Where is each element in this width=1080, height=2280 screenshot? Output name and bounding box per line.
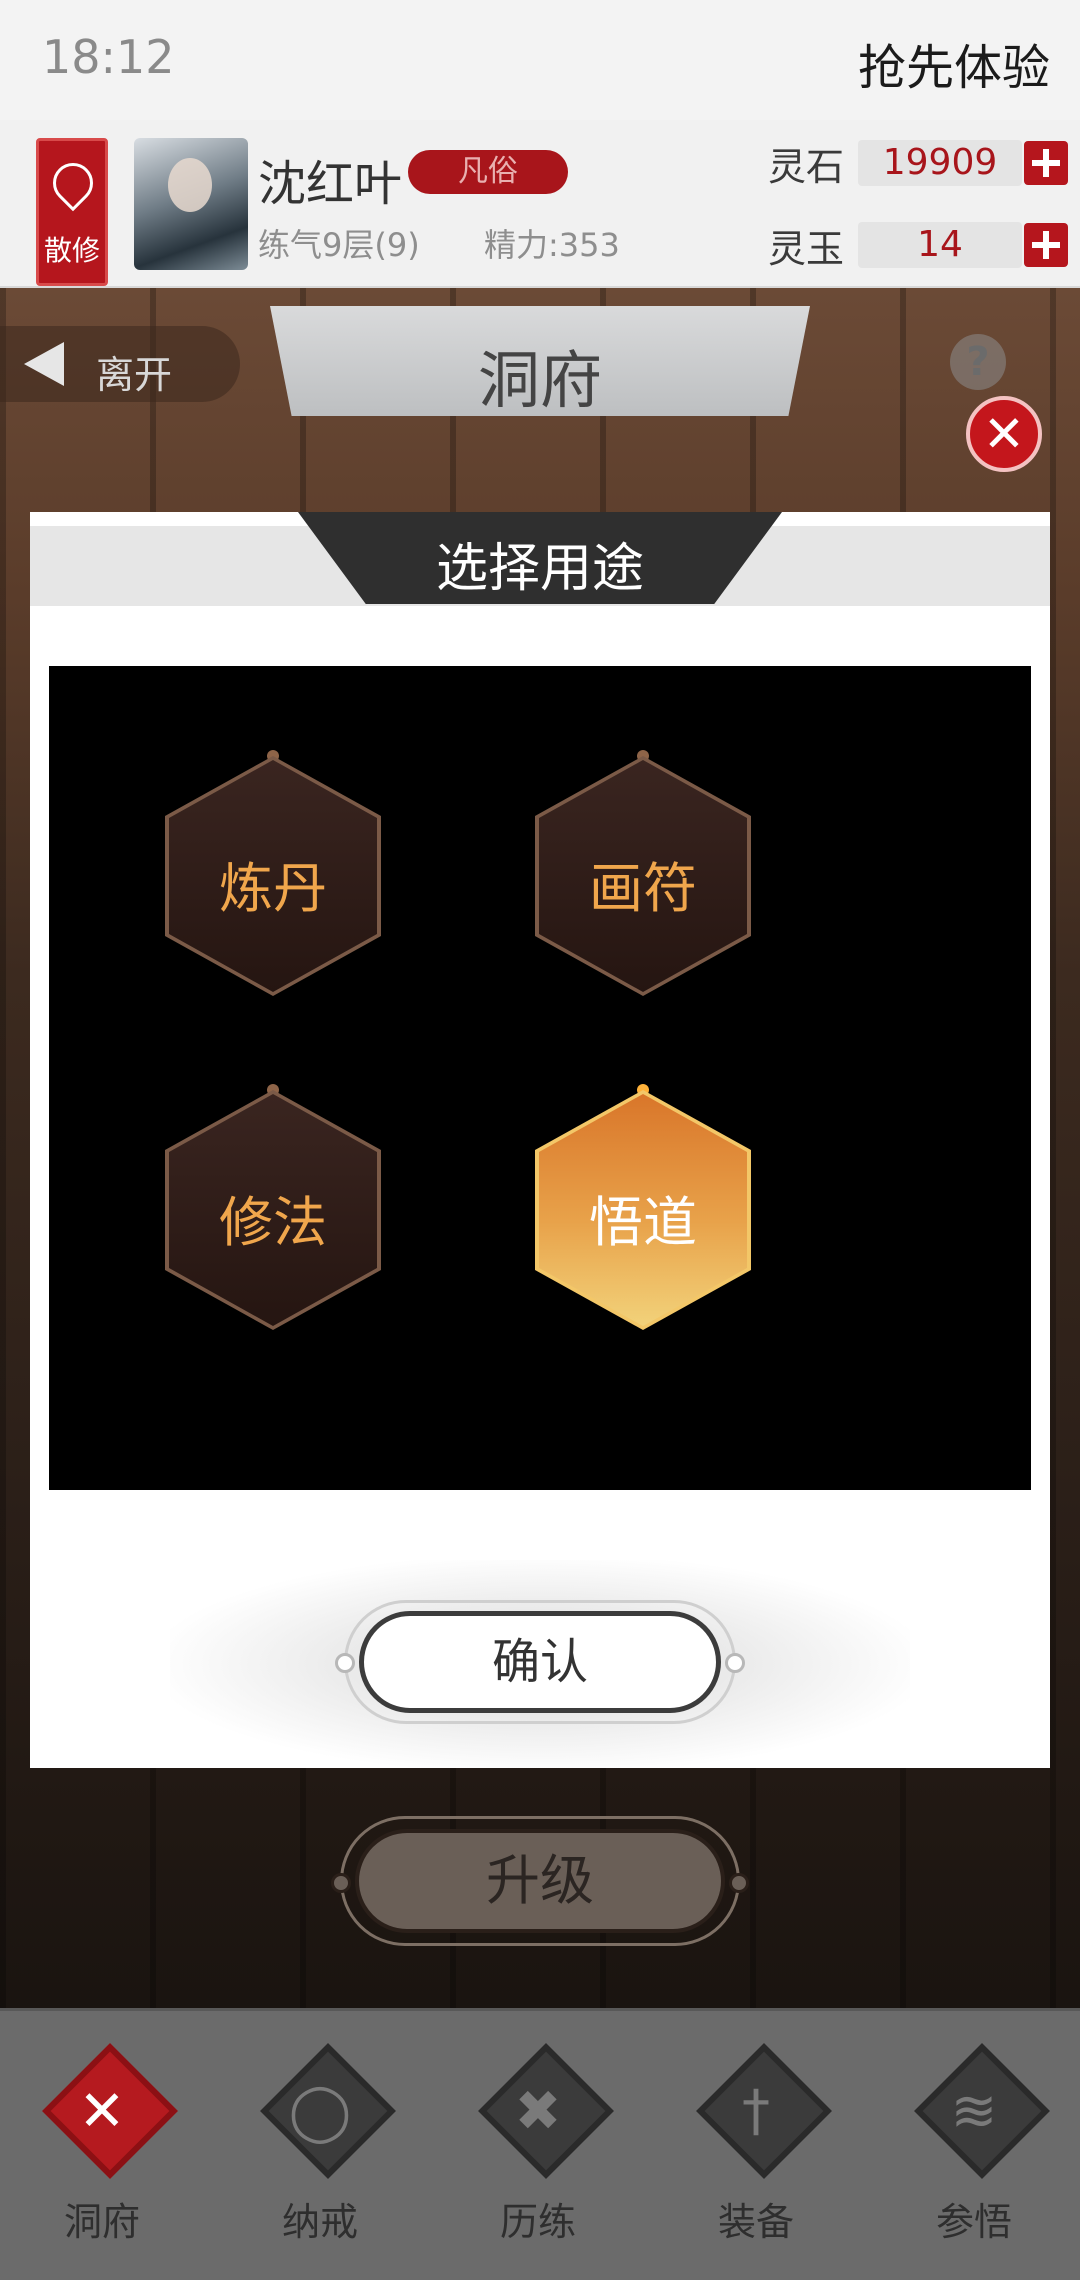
- sect-badge[interactable]: 散修: [36, 138, 108, 286]
- status-bar: 18:12 抢先体验: [0, 0, 1080, 120]
- purpose-options-panel: 炼丹 画符 修法 悟道: [49, 666, 1031, 1490]
- cave-icon: ✕: [78, 2079, 126, 2144]
- spirit-stone-label: 灵石: [768, 145, 845, 189]
- option-enlightenment[interactable]: 悟道: [535, 1090, 751, 1330]
- early-access-label[interactable]: 抢先体验: [858, 28, 1050, 98]
- page-title: 洞府: [477, 344, 602, 417]
- frame-dot: [331, 1873, 351, 1893]
- help-icon[interactable]: ?: [950, 334, 1006, 390]
- lotus-icon: [44, 154, 102, 212]
- back-arrow-icon: [24, 342, 64, 386]
- clock: 18:12: [42, 30, 175, 84]
- spirit-jade-label: 灵玉: [768, 227, 845, 271]
- option-label: 画符: [589, 857, 697, 920]
- close-modal-button[interactable]: ✕: [966, 396, 1042, 472]
- book-icon: ≋: [950, 2079, 998, 2144]
- frame-dot: [335, 1653, 355, 1673]
- dialog-header: 选择用途: [298, 512, 782, 604]
- spirit-jade-value: 14: [858, 222, 1022, 268]
- tab-label: 洞府: [63, 2200, 140, 2244]
- tab-equipment[interactable]: † 装备: [676, 2043, 836, 2251]
- energy-value: 精力:353: [484, 226, 620, 264]
- upgrade-button-frame: 升级: [331, 1816, 749, 1946]
- tab-label: 纳戒: [281, 2200, 358, 2244]
- add-spirit-jade-button[interactable]: [1024, 223, 1068, 267]
- rank-badge: 凡俗: [408, 150, 568, 194]
- choose-purpose-dialog: 选择用途 炼丹 画符 修法 悟道 确认: [30, 512, 1050, 1768]
- avatar[interactable]: [134, 138, 248, 270]
- frame-dot: [729, 1873, 749, 1893]
- option-alchemy[interactable]: 炼丹: [165, 756, 381, 996]
- confirm-button[interactable]: 确认: [359, 1611, 721, 1713]
- tab-cave[interactable]: ✕ 洞府: [22, 2043, 182, 2251]
- leave-button[interactable]: 离开: [0, 326, 240, 402]
- ring-icon: ◯: [288, 2079, 352, 2144]
- dialog-title: 选择用途: [435, 539, 644, 599]
- sword-icon: †: [742, 2079, 770, 2144]
- frame-dot: [725, 1653, 745, 1673]
- tab-label: 参悟: [935, 2200, 1012, 2244]
- confirm-button-frame: 确认: [335, 1600, 745, 1724]
- tab-label: 装备: [717, 2200, 794, 2244]
- tab-comprehension[interactable]: ≋ 参悟: [894, 2043, 1054, 2251]
- page-title-plaque: 洞府: [270, 306, 810, 416]
- option-label: 炼丹: [219, 857, 327, 920]
- option-label: 悟道: [589, 1191, 697, 1254]
- cultivation-realm: 练气9层(9): [258, 226, 420, 264]
- add-spirit-stone-button[interactable]: [1024, 141, 1068, 185]
- crossed-swords-icon: ✖: [514, 2079, 562, 2144]
- tab-label: 历练: [499, 2200, 576, 2244]
- leave-label: 离开: [96, 353, 173, 397]
- tab-training[interactable]: ✖ 历练: [458, 2043, 618, 2251]
- tab-ring[interactable]: ◯ 纳戒: [240, 2043, 400, 2251]
- top-nav: 离开 洞府 ?: [0, 300, 1080, 430]
- option-talisman[interactable]: 画符: [535, 756, 751, 996]
- player-name: 沈红叶: [258, 156, 403, 212]
- option-label: 修法: [219, 1191, 327, 1254]
- spirit-stone-value: 19909: [858, 140, 1022, 186]
- option-cultivate-technique[interactable]: 修法: [165, 1090, 381, 1330]
- sect-label: 散修: [43, 234, 100, 267]
- upgrade-button[interactable]: 升级: [355, 1829, 725, 1933]
- bottom-tab-bar: ✕ 洞府 ◯ 纳戒 ✖ 历练 † 装备 ≋ 参悟: [0, 2008, 1080, 2280]
- player-bar: 散修 沈红叶 凡俗 练气9层(9) 精力:353 灵石 19909 灵玉 14: [0, 120, 1080, 288]
